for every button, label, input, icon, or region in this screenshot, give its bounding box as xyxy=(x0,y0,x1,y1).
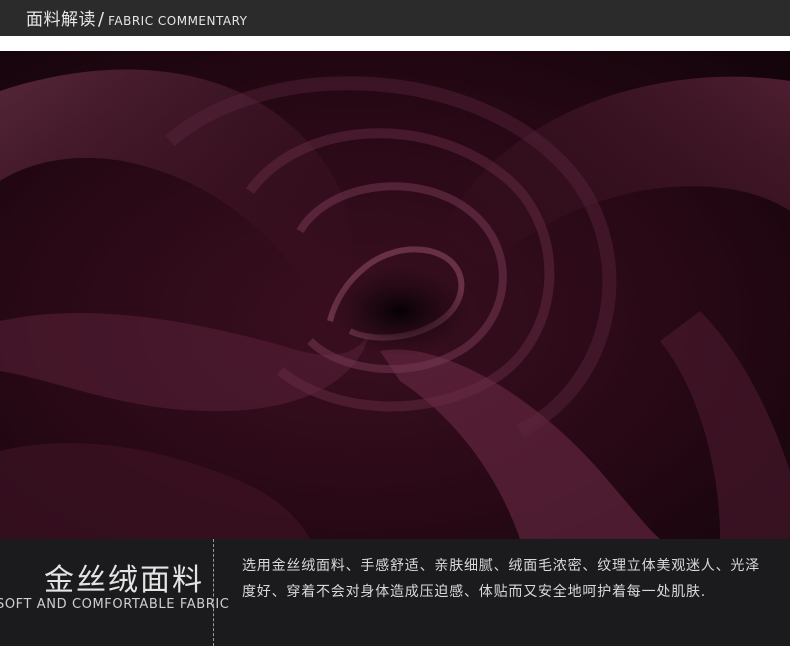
section-header-inner: 面料解读 / FABRIC COMMENTARY xyxy=(0,5,248,36)
fabric-info-panel: 金丝绒面料 SOFT AND COMFORTABLE FABRIC 选用金丝绒面… xyxy=(0,539,790,646)
fabric-photo xyxy=(0,51,790,539)
fabric-name: 金丝绒面料 xyxy=(44,563,204,598)
title-separator: / xyxy=(98,9,105,30)
section-title-en: FABRIC COMMENTARY xyxy=(108,14,248,28)
fabric-tagline: SOFT AND COMFORTABLE FABRIC xyxy=(0,597,230,612)
fabric-description: 选用金丝绒面料、手感舒适、亲肤细腻、绒面毛浓密、纹理立体美观迷人、光泽度好、穿着… xyxy=(242,558,760,600)
dashed-divider xyxy=(213,539,214,646)
section-header: 面料解读 / FABRIC COMMENTARY xyxy=(0,0,790,36)
section-title-zh: 面料解读 xyxy=(26,10,96,30)
velvet-swirl-image xyxy=(0,51,790,539)
